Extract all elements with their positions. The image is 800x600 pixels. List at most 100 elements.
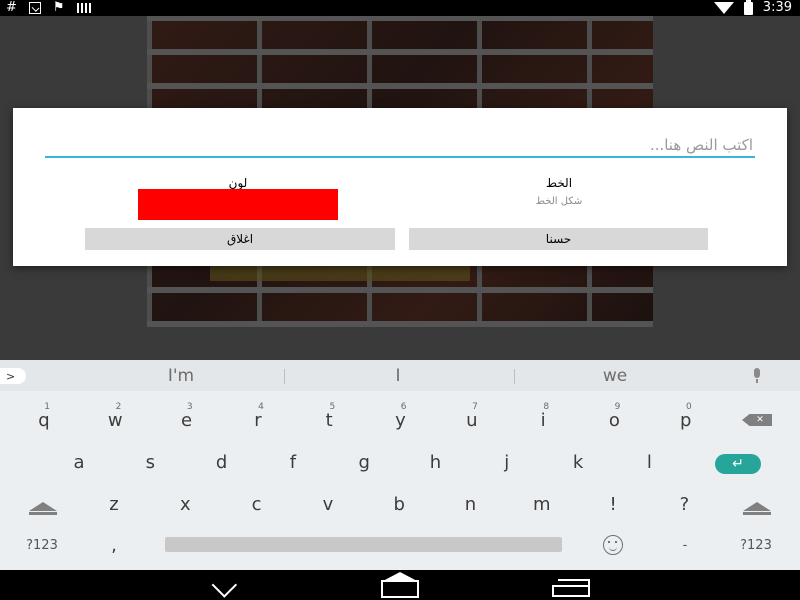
key-label: h xyxy=(429,451,442,473)
navigation-bar xyxy=(0,570,800,600)
shift-icon xyxy=(29,501,57,515)
suggestion-3[interactable]: we xyxy=(515,360,715,391)
key-r[interactable]: r4 xyxy=(228,400,288,440)
key-q[interactable]: q1 xyxy=(14,400,74,440)
key-p[interactable]: p0 xyxy=(656,400,716,440)
key-label: f xyxy=(289,451,297,473)
key-h[interactable]: h xyxy=(406,442,466,482)
space-bar[interactable] xyxy=(165,537,562,552)
key-label: t xyxy=(325,409,333,431)
emoji-key[interactable] xyxy=(583,525,643,565)
download-icon xyxy=(28,2,41,14)
shift-key-left[interactable] xyxy=(13,486,73,526)
key-d[interactable]: d xyxy=(192,442,252,482)
status-bar: # ⚑ 3:39 xyxy=(0,0,800,16)
key-label: c xyxy=(251,493,262,515)
expand-suggestions-button[interactable]: > xyxy=(0,368,26,384)
key-m[interactable]: m xyxy=(512,484,572,524)
key-label: v xyxy=(322,493,334,515)
home-button[interactable] xyxy=(370,570,430,600)
key-hint: 4 xyxy=(258,402,264,412)
key-y[interactable]: y6 xyxy=(371,400,431,440)
key-t[interactable]: t5 xyxy=(299,400,359,440)
key-k[interactable]: k xyxy=(548,442,608,482)
key-o[interactable]: o9 xyxy=(584,400,644,440)
key-hint: 7 xyxy=(472,402,478,412)
clock: 3:39 xyxy=(762,0,792,15)
back-button[interactable] xyxy=(200,570,260,600)
font-label: الخط xyxy=(545,176,573,190)
key-v[interactable]: v xyxy=(298,484,358,524)
text-edit-dialog: لون الخط شكل الخط اغلاق حسنا xyxy=(13,108,787,266)
key-e[interactable]: e3 xyxy=(157,400,217,440)
key-j[interactable]: j xyxy=(477,442,537,482)
backspace-key[interactable]: ✕ xyxy=(727,400,787,440)
key-label: n xyxy=(464,493,477,515)
wifi-icon xyxy=(713,2,734,14)
symbols-key-right[interactable]: ?123 xyxy=(726,525,786,565)
symbols-key-left[interactable]: ?123 xyxy=(12,525,72,565)
key-l[interactable]: l xyxy=(619,442,679,482)
key-label: u xyxy=(466,409,478,431)
key-n[interactable]: n xyxy=(441,484,501,524)
soft-keyboard: > I'm I we q1w2e3r4t5y6u7i8o9p0 ✕ asdfgh… xyxy=(0,360,800,570)
color-swatch[interactable] xyxy=(138,189,338,220)
key-i[interactable]: i8 xyxy=(513,400,573,440)
key-hint: 9 xyxy=(614,402,621,412)
key-f[interactable]: f xyxy=(263,442,323,482)
microphone-icon[interactable] xyxy=(750,368,764,384)
key-label: w xyxy=(107,409,123,431)
flag-icon: ⚑ xyxy=(52,0,65,15)
key-x[interactable]: x xyxy=(155,484,215,524)
key-hint: 1 xyxy=(44,402,50,412)
key-label: j xyxy=(504,451,510,473)
key-label: l xyxy=(646,451,652,473)
key-label: d xyxy=(215,451,228,473)
hash-icon: # xyxy=(6,0,17,15)
key-hint: 2 xyxy=(115,402,122,412)
key-label: g xyxy=(358,451,370,473)
key-label: p xyxy=(679,409,692,431)
key-hint: 5 xyxy=(329,402,336,412)
text-input[interactable] xyxy=(45,134,755,158)
key-hint: 8 xyxy=(543,402,550,412)
key-label: m xyxy=(533,493,551,515)
key-label: r xyxy=(254,409,262,431)
key-a[interactable]: a xyxy=(49,442,109,482)
enter-key[interactable]: ↵ xyxy=(708,444,768,484)
suggestion-2[interactable]: I xyxy=(298,360,498,391)
key-g[interactable]: g xyxy=(334,442,394,482)
key-label: a xyxy=(73,451,85,473)
key-label: e xyxy=(181,409,193,431)
key-z[interactable]: z xyxy=(84,484,144,524)
shift-key-right[interactable] xyxy=(727,486,787,526)
key-label: b xyxy=(393,493,405,515)
color-label: لون xyxy=(228,176,248,190)
suggestion-1[interactable]: I'm xyxy=(81,360,281,391)
key-w[interactable]: w2 xyxy=(85,400,145,440)
key-label: y xyxy=(395,409,406,431)
battery-icon xyxy=(743,0,753,15)
suggestion-strip: > I'm I we xyxy=(0,360,800,391)
key-label: k xyxy=(572,451,584,473)
signal-bars-icon xyxy=(76,2,91,14)
enter-icon: ↵ xyxy=(715,454,761,474)
comma-key[interactable]: , xyxy=(84,525,144,565)
home-icon xyxy=(381,572,419,598)
key-c[interactable]: c xyxy=(227,484,287,524)
close-button[interactable]: اغلاق xyxy=(85,228,395,250)
backspace-icon: ✕ xyxy=(742,414,772,426)
font-sample[interactable]: شكل الخط xyxy=(459,196,659,207)
key-u[interactable]: u7 xyxy=(442,400,502,440)
key-?[interactable]: ? xyxy=(654,484,714,524)
ok-button[interactable]: حسنا xyxy=(409,228,708,250)
key-![interactable]: ! xyxy=(583,484,643,524)
dash-key[interactable]: - xyxy=(655,525,715,565)
recents-button[interactable] xyxy=(541,570,601,600)
key-label: s xyxy=(145,451,155,473)
key-b[interactable]: b xyxy=(369,484,429,524)
recents-icon xyxy=(552,579,590,597)
key-hint: 3 xyxy=(186,402,193,412)
key-s[interactable]: s xyxy=(120,442,180,482)
key-label: ! xyxy=(609,493,617,515)
